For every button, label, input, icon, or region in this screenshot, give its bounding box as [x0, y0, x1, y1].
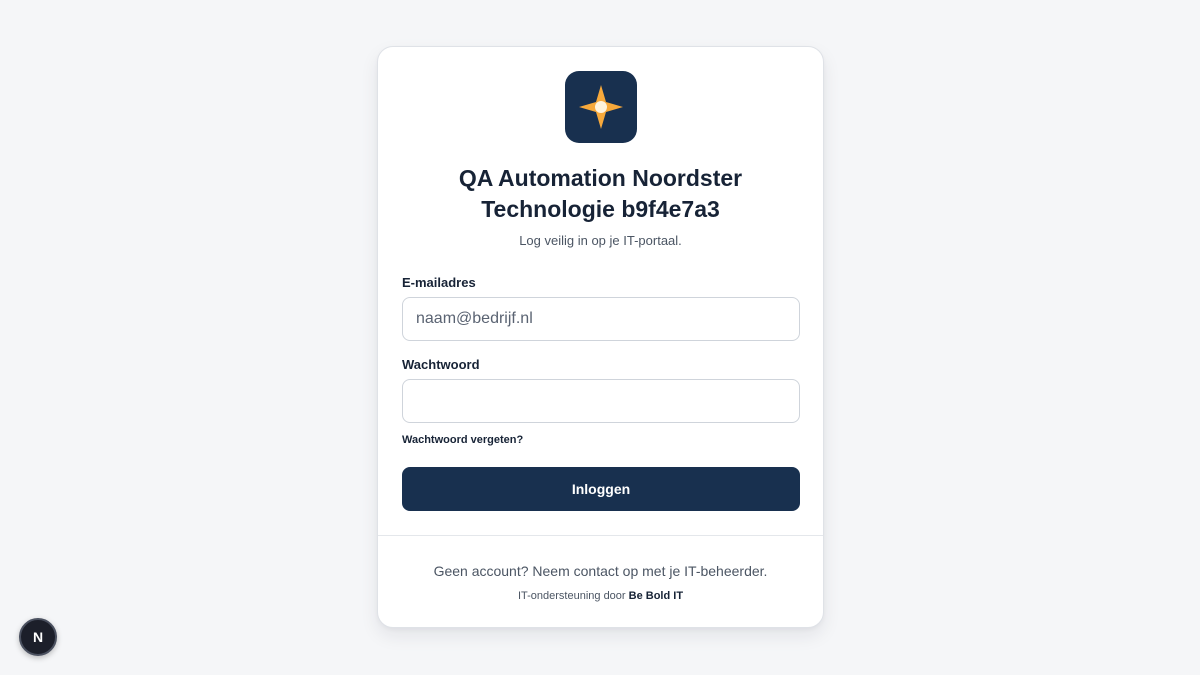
- email-field[interactable]: [402, 297, 800, 341]
- password-field[interactable]: [402, 379, 800, 423]
- no-account-text: Geen account? Neem contact op met je IT-…: [433, 563, 768, 579]
- page-title: QA Automation Noordster Technologie b9f4…: [458, 165, 743, 222]
- brand-logo: [565, 71, 637, 143]
- forgot-password-link[interactable]: Wachtwoord vergeten?: [402, 434, 523, 446]
- support-prefix: IT-ondersteuning door: [517, 590, 626, 602]
- compass-star-icon: [579, 85, 623, 129]
- login-button[interactable]: Inloggen: [402, 467, 800, 511]
- password-label: Wachtwoord: [402, 357, 480, 372]
- dev-badge-letter: N: [32, 629, 44, 645]
- login-card: QA Automation Noordster Technologie b9f4…: [377, 46, 824, 628]
- support-text: IT-ondersteuning door Be Bold IT: [378, 590, 823, 602]
- nextjs-dev-indicator-icon[interactable]: N: [19, 618, 57, 656]
- email-label: E-mailadres: [402, 275, 476, 290]
- support-company: Be Bold IT: [628, 590, 684, 602]
- page-subtitle: Log veilig in op je IT-portaal.: [519, 233, 682, 248]
- footer-divider: [378, 535, 823, 536]
